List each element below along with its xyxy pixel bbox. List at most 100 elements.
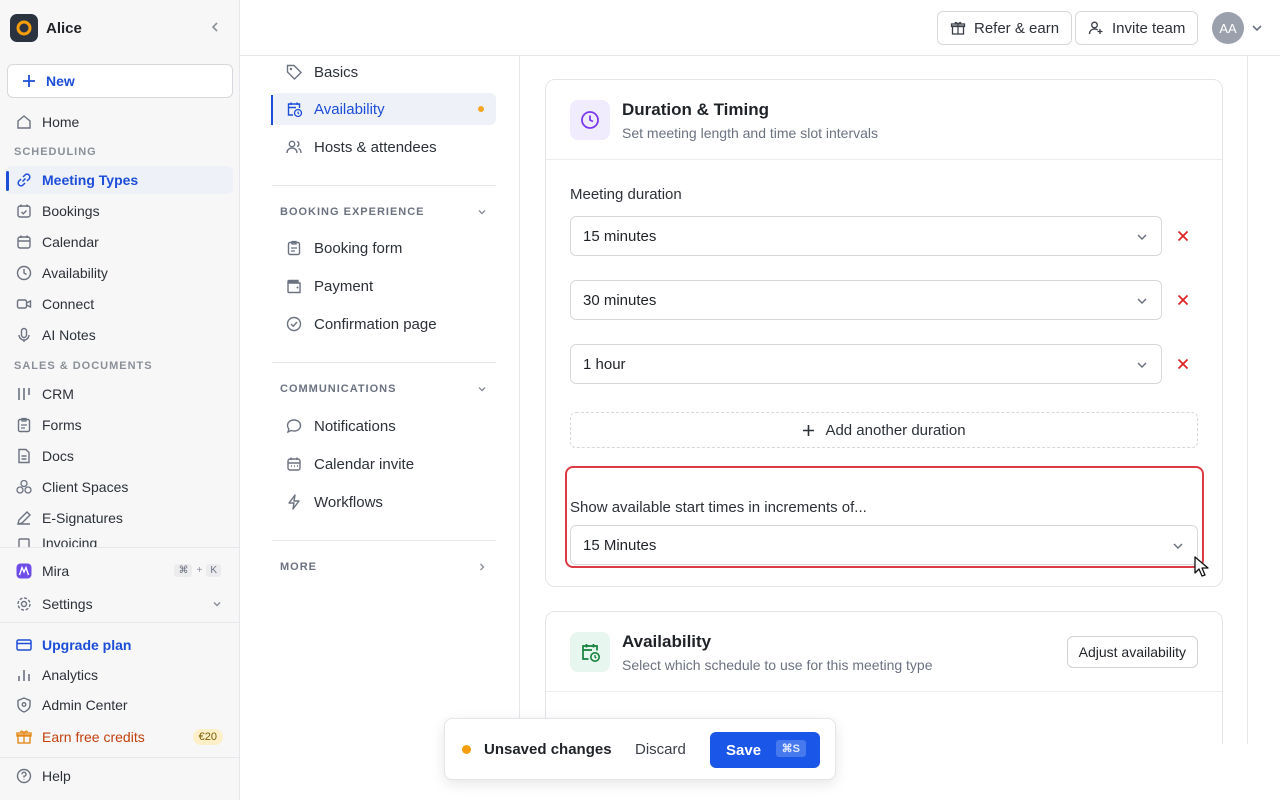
main-content: Duration & Timing Set meeting length and…: [521, 56, 1248, 744]
sidebar-item-analytics[interactable]: Analytics: [6, 661, 233, 689]
subnav-section-more[interactable]: MORE: [280, 561, 488, 573]
subnav-item-confirmation-page[interactable]: Confirmation page: [272, 308, 496, 340]
sidebar-divider: [0, 547, 239, 548]
calendar-icon: [14, 232, 34, 252]
document-icon: [14, 446, 34, 466]
sidebar-item-availability[interactable]: Availability: [6, 259, 233, 287]
sidebar-item-meeting-types[interactable]: Meeting Types: [6, 166, 233, 194]
chevron-right-icon: [476, 561, 488, 573]
sidebar-item-bookings[interactable]: Bookings: [6, 197, 233, 225]
sidebar-item-e-signatures[interactable]: E-Signatures: [6, 504, 233, 532]
subnav-item-label: Basics: [314, 63, 359, 81]
crm-icon: [14, 384, 34, 404]
microphone-icon: [14, 325, 34, 345]
duration-select[interactable]: 1 hour: [570, 344, 1162, 384]
tag-icon: [284, 62, 304, 82]
section-title: COMMUNICATIONS: [280, 383, 397, 395]
video-icon: [14, 294, 34, 314]
sidebar-item-connect[interactable]: Connect: [6, 290, 233, 318]
subnav-section-communications[interactable]: COMMUNICATIONS: [280, 383, 488, 395]
calendar-check-icon: [14, 201, 34, 221]
users-icon: [284, 137, 304, 157]
check-circle-icon: [284, 314, 304, 334]
sidebar-item-docs[interactable]: Docs: [6, 442, 233, 470]
remove-duration-button[interactable]: [1173, 290, 1193, 310]
discard-button[interactable]: Discard: [635, 741, 686, 758]
chat-bubble-icon: [284, 416, 304, 436]
close-icon: [1177, 294, 1189, 306]
adjust-availability-button[interactable]: Adjust availability: [1066, 636, 1198, 668]
sidebar-item-label: Docs: [42, 448, 74, 464]
remove-duration-button[interactable]: [1173, 226, 1193, 246]
sidebar-item-calendar[interactable]: Calendar: [6, 228, 233, 256]
sidebar-item-forms[interactable]: Forms: [6, 411, 233, 439]
sidebar-item-settings[interactable]: Settings: [6, 590, 233, 618]
gift-icon: [950, 21, 966, 35]
workspace-logo-icon: [10, 14, 38, 42]
duration-select[interactable]: 15 minutes: [570, 216, 1162, 256]
subnav-item-notifications[interactable]: Notifications: [272, 410, 496, 442]
duration-select[interactable]: 30 minutes: [570, 280, 1162, 320]
clock-icon: [570, 100, 610, 140]
clipboard-icon: [284, 238, 304, 258]
chevron-down-icon: [1135, 358, 1149, 372]
subnav-item-payment[interactable]: Payment: [272, 270, 496, 302]
sidebar-item-help[interactable]: Help: [6, 762, 233, 790]
sidebar-item-upgrade-plan[interactable]: Upgrade plan: [6, 631, 233, 659]
sidebar-item-label: Admin Center: [42, 697, 128, 713]
subnav-item-booking-form[interactable]: Booking form: [272, 232, 496, 264]
subnav-divider: [272, 540, 496, 541]
sidebar-item-label: Analytics: [42, 667, 99, 683]
home-icon: [14, 112, 34, 132]
remove-duration-button[interactable]: [1173, 354, 1193, 374]
card-subtitle: Select which schedule to use for this me…: [622, 657, 933, 673]
sidebar-item-earn-credits[interactable]: Earn free credits €20: [6, 723, 233, 751]
refer-earn-button[interactable]: Refer & earn: [937, 11, 1073, 45]
shortcut-plus: +: [196, 565, 203, 576]
lightning-icon: [284, 492, 304, 512]
top-bar: Refer & earn Invite team AA: [240, 0, 1280, 56]
subnav-item-label: Payment: [314, 277, 374, 295]
new-button[interactable]: New: [7, 64, 233, 98]
avatar[interactable]: AA: [1212, 12, 1244, 44]
credit-card-icon: [14, 635, 34, 655]
subnav-item-label: Availability: [314, 100, 385, 118]
add-duration-label: Add another duration: [825, 421, 966, 439]
subnav-item-label: Calendar invite: [314, 455, 415, 473]
sidebar-item-label: AI Notes: [42, 327, 96, 343]
collapse-sidebar-icon[interactable]: [208, 20, 222, 34]
sidebar-item-ai-notes[interactable]: AI Notes: [6, 321, 233, 349]
section-label-scheduling: SCHEDULING: [14, 146, 97, 158]
calendar-icon: [284, 454, 304, 474]
sidebar-item-label: Connect: [42, 296, 95, 312]
subnav-item-calendar-invite[interactable]: Calendar invite: [272, 448, 496, 480]
subnav-item-label: Hosts & attendees: [314, 138, 437, 156]
subnav-item-availability[interactable]: Availability: [272, 93, 496, 125]
sidebar-item-admin-center[interactable]: Admin Center: [6, 691, 233, 719]
subnav-section-booking-experience[interactable]: BOOKING EXPERIENCE: [280, 206, 488, 218]
workspace-switcher[interactable]: Alice: [10, 14, 230, 42]
sidebar-item-crm[interactable]: CRM: [6, 380, 233, 408]
clock-icon: [14, 263, 34, 283]
subnav-item-basics[interactable]: Basics: [272, 56, 496, 88]
add-duration-button[interactable]: Add another duration: [570, 412, 1198, 448]
section-title: BOOKING EXPERIENCE: [280, 206, 425, 218]
subnav-item-workflows[interactable]: Workflows: [272, 486, 496, 518]
sidebar-item-label: Bookings: [42, 203, 100, 219]
pen-icon: [14, 508, 34, 528]
sidebar-item-label: Client Spaces: [42, 479, 129, 495]
workspace-name: Alice: [46, 19, 82, 37]
subnav-item-label: Confirmation page: [314, 315, 437, 333]
sidebar-item-home[interactable]: Home: [6, 108, 233, 136]
shortcut-key: K: [206, 564, 221, 577]
chevron-down-icon[interactable]: [1250, 21, 1264, 35]
invite-team-button[interactable]: Invite team: [1075, 11, 1199, 45]
sidebar-item-invoicing[interactable]: Invoicing: [6, 535, 233, 547]
subnav-item-hosts-attendees[interactable]: Hosts & attendees: [272, 131, 496, 163]
sidebar-item-mira[interactable]: Mira ⌘ + K: [6, 557, 233, 585]
active-indicator: [6, 171, 9, 191]
chevron-down-icon: [211, 598, 223, 610]
sidebar-item-client-spaces[interactable]: Client Spaces: [6, 473, 233, 501]
save-button[interactable]: Save ⌘S: [710, 732, 820, 768]
new-button-label: New: [46, 73, 75, 89]
